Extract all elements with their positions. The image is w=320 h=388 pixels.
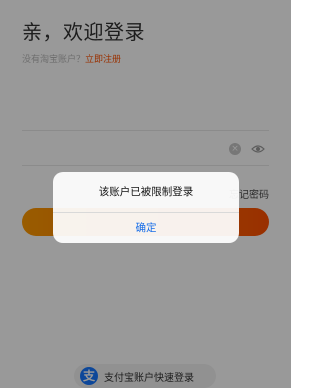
confirm-button[interactable]: 确定 bbox=[53, 213, 239, 243]
dialog-message: 该账户已被限制登录 bbox=[98, 186, 194, 198]
alert-dialog: 该账户已被限制登录 确定 bbox=[53, 172, 239, 243]
